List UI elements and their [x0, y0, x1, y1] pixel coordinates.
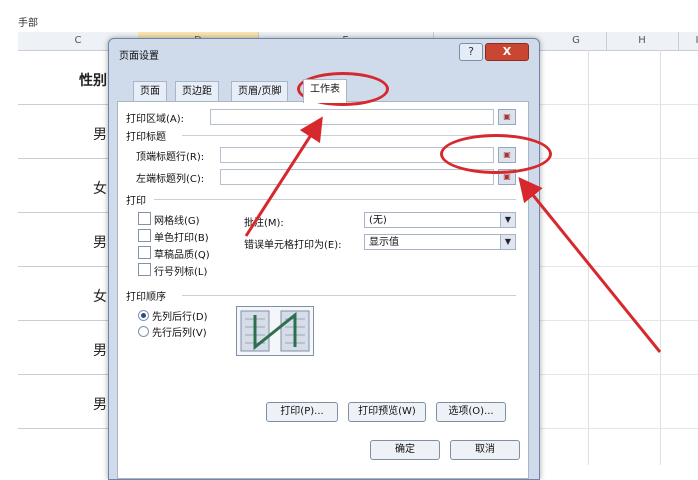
over-then-down-radio[interactable]: [138, 326, 149, 337]
column-header-g[interactable]: G: [546, 32, 607, 50]
over-then-down-label: 先行后列(V): [152, 328, 207, 339]
print-section: 打印: [126, 196, 146, 207]
grid-line: [528, 158, 698, 159]
dialog-title: 页面设置: [119, 51, 159, 62]
cell-gender[interactable]: 女: [18, 178, 113, 198]
gridlines-label: 网格线(G): [154, 216, 200, 227]
tab-page[interactable]: 页面: [133, 81, 167, 102]
section-divider: [182, 135, 516, 136]
section-divider: [182, 295, 516, 296]
grid-line: [18, 158, 113, 159]
grid-line: [18, 428, 113, 429]
columns-to-repeat-input[interactable]: [220, 169, 494, 185]
down-then-over-radio[interactable]: [138, 310, 149, 321]
gridlines-checkbox[interactable]: [138, 212, 151, 225]
grid-line: [528, 428, 698, 429]
black-white-label: 单色打印(B): [154, 233, 209, 244]
options-button[interactable]: 选项(O)...: [436, 402, 506, 422]
comments-select[interactable]: (无) ▼: [364, 212, 516, 228]
close-button[interactable]: X: [485, 43, 529, 61]
help-button[interactable]: ?: [459, 43, 483, 61]
chevron-down-icon[interactable]: ▼: [500, 213, 515, 227]
print-titles-section: 打印标题: [126, 132, 166, 143]
tab-header-footer[interactable]: 页眉/页脚: [231, 81, 289, 102]
highlight-ellipse-rows-button: [440, 134, 552, 174]
cell-gender[interactable]: 男: [18, 124, 113, 144]
grid-line: [18, 374, 113, 375]
column-header-i[interactable]: I: [678, 32, 698, 50]
cell-gender[interactable]: 男: [18, 394, 113, 414]
page-order-section: 打印顺序: [126, 292, 166, 303]
grid-line: [528, 104, 698, 105]
chevron-down-icon[interactable]: ▼: [500, 235, 515, 249]
print-area-label: 打印区域(A):: [126, 114, 185, 125]
grid-line: [18, 212, 113, 213]
sheet-title: 手部: [18, 18, 38, 29]
cell-errors-select-value: 显示值: [369, 237, 399, 248]
ok-button[interactable]: 确定: [370, 440, 440, 460]
print-area-input[interactable]: [210, 109, 494, 125]
cell-errors-select[interactable]: 显示值 ▼: [364, 234, 516, 250]
tab-margins[interactable]: 页边距: [175, 81, 219, 102]
cell-gender[interactable]: 女: [18, 286, 113, 306]
draft-quality-checkbox[interactable]: [138, 246, 151, 259]
draft-quality-label: 草稿品质(Q): [154, 250, 210, 261]
grid-line: [18, 104, 113, 105]
print-preview-button[interactable]: 打印预览(W): [348, 402, 426, 422]
section-divider: [154, 199, 516, 200]
print-button[interactable]: 打印(P)...: [266, 402, 338, 422]
cell-gender-header[interactable]: 性别: [18, 70, 113, 90]
grid-line: [660, 50, 661, 465]
columns-to-repeat-label: 左端标题列(C):: [136, 174, 205, 185]
grid-line: [528, 374, 698, 375]
arrow-to-rows-button: [518, 177, 662, 353]
comments-label: 批注(M):: [244, 218, 284, 229]
print-area-collapse-icon[interactable]: ▣: [498, 109, 516, 125]
grid-line: [528, 320, 698, 321]
down-then-over-label: 先列后行(D): [152, 312, 208, 323]
grid-line: [588, 50, 589, 465]
tab-sheet[interactable]: 工作表: [303, 79, 347, 103]
cell-errors-label: 错误单元格打印为(E):: [244, 240, 342, 251]
row-col-headings-label: 行号列标(L): [154, 267, 208, 278]
rows-to-repeat-label: 顶端标题行(R):: [136, 152, 205, 163]
comments-select-value: (无): [369, 215, 387, 226]
cell-gender[interactable]: 男: [18, 232, 113, 252]
row-col-headings-checkbox[interactable]: [138, 263, 151, 276]
grid-line: [528, 266, 698, 267]
grid-line: [18, 320, 113, 321]
page-order-preview-icon: [236, 306, 314, 356]
column-header-h[interactable]: H: [606, 32, 679, 50]
cancel-button[interactable]: 取消: [450, 440, 520, 460]
grid-line: [528, 212, 698, 213]
cell-gender[interactable]: 男: [18, 340, 113, 360]
black-white-checkbox[interactable]: [138, 229, 151, 242]
grid-line: [18, 266, 113, 267]
